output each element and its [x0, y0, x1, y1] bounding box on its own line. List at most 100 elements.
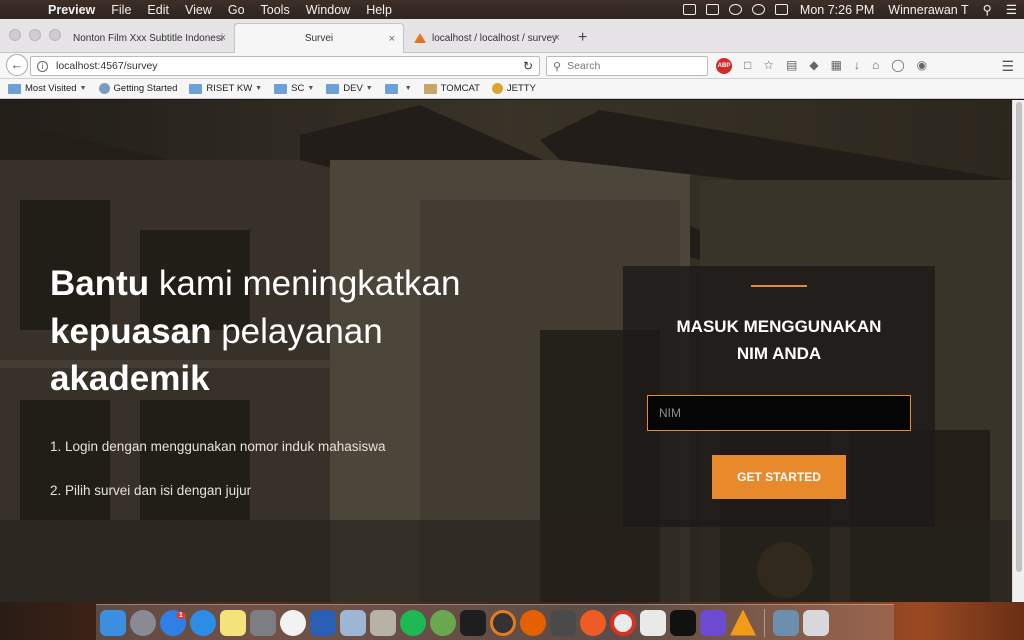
- sublime-text-icon[interactable]: [550, 609, 576, 636]
- nim-input[interactable]: [647, 395, 911, 431]
- tab-title: Nonton Film Xxx Subtitle Indonesi: [73, 32, 224, 44]
- safari-icon[interactable]: [190, 609, 216, 636]
- back-button[interactable]: ←: [6, 54, 28, 76]
- finder-icon[interactable]: [100, 609, 126, 636]
- close-window-button[interactable]: [9, 29, 21, 41]
- folder-icon: [384, 83, 398, 94]
- chevron-down-icon: ▼: [365, 85, 373, 92]
- sequel-icon[interactable]: [640, 609, 666, 636]
- vpn-icon[interactable]: ◉: [917, 58, 927, 74]
- zoom-window-button[interactable]: [49, 29, 61, 41]
- recorder-icon[interactable]: [490, 609, 516, 636]
- trash-addon-icon[interactable]: ▦: [831, 58, 842, 74]
- menu-edit[interactable]: Edit: [139, 3, 177, 17]
- headline-bold: akademik: [50, 359, 210, 399]
- folder-icon: [274, 83, 288, 94]
- menu-view[interactable]: View: [177, 3, 220, 17]
- vlc-icon[interactable]: [730, 609, 756, 636]
- menubar-clock[interactable]: Mon 7:26 PM: [793, 3, 881, 17]
- preview-icon[interactable]: [340, 609, 366, 636]
- login-title-line-1: MASUK MENGGUNAKAN: [676, 317, 882, 336]
- survey-page: Bantu kami meningkatkan kepuasan pelayan…: [0, 100, 1012, 602]
- bookmark-label: TOMCAT: [440, 83, 480, 94]
- menu-tools[interactable]: Tools: [253, 3, 298, 17]
- bookmark-star-icon[interactable]: ☆: [763, 58, 774, 74]
- menu-window[interactable]: Window: [298, 3, 358, 17]
- extension-icon[interactable]: ◆: [809, 58, 818, 74]
- bookmark-most-visited[interactable]: Most Visited ▼: [8, 83, 87, 94]
- brackets-icon[interactable]: [700, 609, 726, 636]
- url-bar[interactable]: i localhost:4567/survey ↻: [30, 56, 540, 76]
- home-icon[interactable]: ⌂: [872, 58, 879, 74]
- spotify-icon[interactable]: [400, 609, 426, 636]
- tab-nonton[interactable]: Nonton Film Xxx Subtitle Indonesi ×: [63, 23, 235, 53]
- menu-help[interactable]: Help: [358, 3, 400, 17]
- screen-status-icon[interactable]: [705, 4, 719, 15]
- login-title: MASUK MENGGUNAKAN NIM ANDA: [623, 313, 935, 367]
- system-preferences-icon[interactable]: [250, 609, 276, 636]
- wifi-icon[interactable]: [751, 4, 765, 15]
- archive-icon[interactable]: [370, 609, 396, 636]
- bookmark-label: SC: [291, 83, 305, 94]
- bluetooth-icon[interactable]: [728, 4, 742, 15]
- search-bar[interactable]: ⚲ Search: [546, 56, 708, 76]
- notes-icon[interactable]: [220, 609, 246, 636]
- menu-go[interactable]: Go: [220, 3, 253, 17]
- terminal-icon[interactable]: [460, 609, 486, 636]
- itunes-icon[interactable]: [280, 609, 306, 636]
- instruction-step-1: 1. Login dengan menggunakan nomor induk …: [50, 439, 386, 454]
- tab-title: Survei: [304, 33, 334, 44]
- bookmark-folder-unnamed[interactable]: ▼: [384, 83, 412, 94]
- headline-bold: kepuasan: [50, 311, 212, 351]
- url-text: localhost:4567/survey: [56, 60, 158, 72]
- launchpad-icon[interactable]: [130, 609, 156, 636]
- folder-icon: [8, 83, 21, 94]
- page-scrollbar[interactable]: [1012, 100, 1024, 602]
- menu-hamburger-icon[interactable]: ☰: [1001, 58, 1014, 75]
- headline-bold: Bantu: [50, 264, 150, 303]
- headline-text: kami meningkatkan: [149, 264, 461, 303]
- clipboard-icon[interactable]: ▤: [786, 58, 797, 74]
- chrome-icon[interactable]: [610, 609, 636, 636]
- close-tab-icon[interactable]: ×: [554, 32, 560, 44]
- bookmark-sc[interactable]: SC ▼: [274, 83, 314, 94]
- intellij-icon[interactable]: [670, 609, 696, 636]
- menu-file[interactable]: File: [103, 3, 139, 17]
- menu-app-name[interactable]: Preview: [40, 3, 103, 17]
- firefox-icon[interactable]: [520, 609, 546, 636]
- bookmark-jetty[interactable]: JETTY: [491, 83, 536, 94]
- minimize-window-button[interactable]: [29, 29, 41, 41]
- hero-headline: Bantu kami meningkatkan kepuasan pelayan…: [50, 260, 530, 403]
- close-tab-icon[interactable]: ×: [220, 32, 226, 44]
- bookmark-label: RISET KW: [206, 83, 253, 94]
- pocket-icon[interactable]: □: [744, 58, 751, 74]
- tab-survei[interactable]: Survei ×: [234, 23, 404, 53]
- box-status-icon[interactable]: [682, 4, 696, 15]
- android-studio-icon[interactable]: [430, 609, 456, 636]
- tab-localhost[interactable]: localhost / localhost / survey ×: [404, 23, 568, 53]
- bookmark-getting-started[interactable]: Getting Started: [98, 83, 177, 94]
- battery-icon[interactable]: [774, 4, 788, 15]
- app-store-icon[interactable]: 1: [160, 609, 186, 636]
- new-tab-button[interactable]: +: [578, 29, 587, 47]
- menubar-user[interactable]: Winnerawan T: [881, 3, 975, 17]
- get-started-button[interactable]: GET STARTED: [712, 455, 846, 499]
- download-icon[interactable]: ↓: [854, 58, 860, 74]
- headline-text: pelayanan: [211, 311, 383, 351]
- trash-icon[interactable]: [803, 609, 829, 636]
- notification-center-icon[interactable]: ☰: [999, 2, 1024, 17]
- shield-icon[interactable]: ◯: [891, 58, 904, 74]
- reload-icon[interactable]: ↻: [523, 59, 533, 73]
- site-info-icon[interactable]: i: [37, 60, 48, 72]
- postman-icon[interactable]: [580, 609, 606, 636]
- word-icon[interactable]: [310, 609, 336, 636]
- close-tab-icon[interactable]: ×: [389, 33, 395, 45]
- browser-navbar: ← i localhost:4567/survey ↻ ⚲ Search ABP…: [0, 53, 1024, 79]
- scrollbar-thumb[interactable]: [1016, 102, 1022, 572]
- bookmark-tomcat[interactable]: TOMCAT: [423, 83, 480, 94]
- bookmark-riset-kw[interactable]: RISET KW ▼: [189, 83, 262, 94]
- spotlight-icon[interactable]: ⚲: [976, 2, 999, 17]
- screen-icon[interactable]: [773, 609, 799, 636]
- adblock-icon[interactable]: ABP: [716, 58, 732, 74]
- bookmark-dev[interactable]: DEV ▼: [326, 83, 373, 94]
